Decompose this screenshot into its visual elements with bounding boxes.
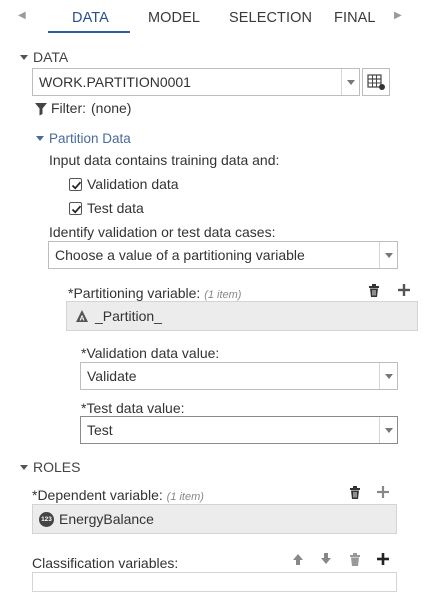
tab-selection[interactable]: SELECTION (229, 10, 312, 26)
add-icon[interactable] (396, 282, 412, 298)
checkmark-icon (71, 181, 82, 190)
tab-model[interactable]: MODEL (148, 10, 200, 26)
classification-variables-label: Classification variables: (32, 555, 179, 571)
numeric-variable-icon: 123 (39, 512, 54, 527)
test-data-checkbox[interactable] (69, 202, 82, 215)
collapse-triangle-icon (20, 55, 28, 60)
partitioning-variable-value: _Partition_ (95, 308, 162, 324)
classification-variables-box[interactable] (32, 572, 397, 592)
move-down-icon[interactable] (319, 552, 333, 566)
filter-value: (none) (91, 100, 132, 116)
validation-value-label: *Validation data value: (81, 345, 220, 361)
tab-final[interactable]: FINAL I (334, 10, 380, 26)
chevron-down-icon (379, 363, 397, 389)
character-variable-icon: A (76, 310, 88, 323)
data-table-button[interactable] (362, 68, 390, 96)
move-up-icon[interactable] (291, 552, 305, 566)
filter-label: Filter: (51, 100, 86, 116)
tab-scroll-right-icon[interactable]: ▶ (394, 10, 402, 21)
test-value-label: *Test data value: (81, 400, 185, 416)
delete-icon[interactable] (366, 282, 382, 298)
chevron-down-icon (379, 242, 397, 268)
delete-icon[interactable] (347, 484, 363, 500)
dependent-variable-label: *Dependent variable: (32, 487, 163, 503)
partition-intro-text: Input data contains training data and: (49, 152, 280, 168)
dependent-variable-box[interactable]: 123 EnergyBalance (32, 504, 397, 534)
test-value-select[interactable]: Test (80, 416, 398, 444)
data-section-header[interactable]: DATA (20, 49, 68, 65)
tab-data[interactable]: DATA (72, 10, 109, 26)
dataset-select[interactable]: WORK.PARTITION0001 (32, 68, 360, 96)
test-value: Test (87, 422, 113, 438)
partitioning-variable-label-row: *Partitioning variable: (1 item) (68, 285, 241, 301)
validation-value-select[interactable]: Validate (80, 362, 398, 390)
tab-scroll-left-icon[interactable]: ◀ (18, 10, 26, 21)
roles-section-title: ROLES (33, 459, 81, 475)
add-icon[interactable] (375, 484, 391, 500)
partitioning-variable-label: *Partitioning variable: (68, 285, 201, 301)
dependent-variable-label-row: *Dependent variable: (1 item) (32, 487, 204, 503)
identify-cases-label: Identify validation or test data cases: (49, 224, 276, 240)
tab-bar: ◀ DATA MODEL SELECTION FINAL I ▶ (0, 0, 440, 34)
partitioning-variable-box[interactable]: A _Partition_ (66, 301, 418, 331)
partition-section-title: Partition Data (49, 131, 131, 146)
dependent-variable-hint: (1 item) (166, 491, 204, 503)
delete-icon[interactable] (347, 551, 363, 567)
identify-cases-value: Choose a value of a partitioning variabl… (55, 247, 305, 263)
identify-cases-select[interactable]: Choose a value of a partitioning variabl… (48, 241, 398, 269)
active-tab-indicator (48, 31, 130, 33)
validation-value: Validate (87, 368, 137, 384)
partitioning-variable-hint: (1 item) (204, 289, 242, 301)
partition-section-header[interactable]: Partition Data (36, 131, 131, 146)
dataset-value: WORK.PARTITION0001 (39, 74, 191, 90)
chevron-down-icon (341, 69, 359, 95)
add-icon[interactable] (375, 551, 391, 567)
roles-section-header[interactable]: ROLES (20, 459, 80, 475)
collapse-triangle-icon (20, 465, 28, 470)
filter-icon (35, 103, 47, 116)
table-icon (367, 74, 385, 90)
svg-text:A: A (79, 316, 84, 323)
test-data-label[interactable]: Test data (87, 200, 144, 216)
chevron-down-icon (379, 417, 397, 443)
checkmark-icon (71, 205, 82, 214)
validation-data-label[interactable]: Validation data (87, 176, 179, 192)
data-section-title: DATA (33, 49, 69, 65)
dependent-variable-value: EnergyBalance (59, 511, 154, 527)
validation-data-checkbox[interactable] (69, 178, 82, 191)
collapse-triangle-icon (36, 136, 44, 141)
